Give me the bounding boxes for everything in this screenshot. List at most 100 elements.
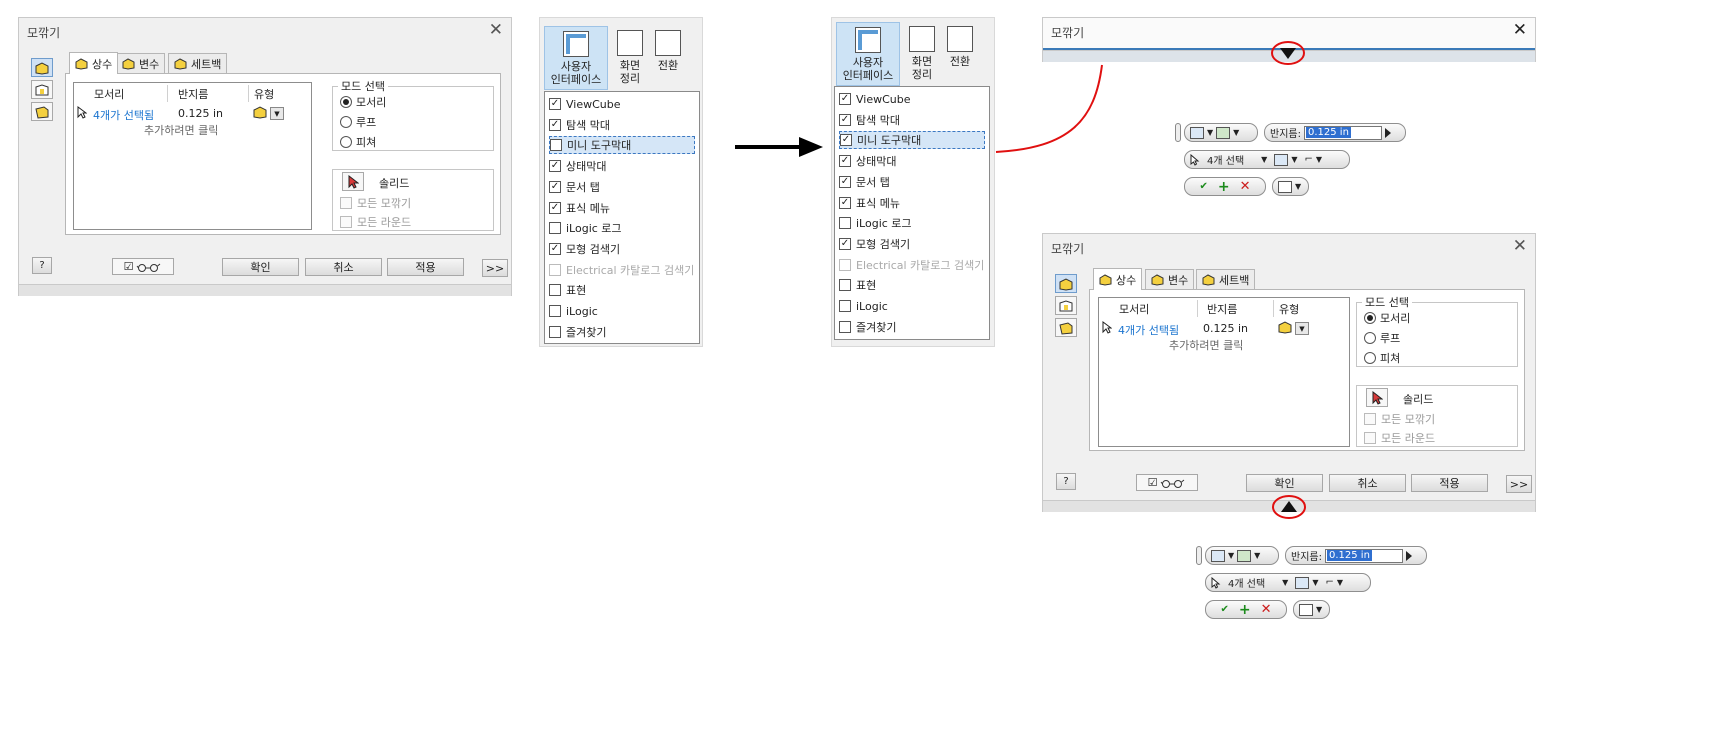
mode-edge-radio[interactable]: 모서리 xyxy=(1364,310,1410,326)
apply-plus-icon[interactable]: + xyxy=(1218,179,1230,195)
commit-pill[interactable]: ✔ + ✕ xyxy=(1205,600,1287,619)
all-fillets-checkbox[interactable]: 모든 모깎기 xyxy=(340,195,411,211)
mini-toolbar-type-group[interactable]: ▼ ▼ xyxy=(1184,123,1258,142)
mode-feature-radio[interactable]: 피쳐 xyxy=(1364,350,1400,366)
menu-item[interactable]: 표현 xyxy=(839,276,985,294)
close-icon[interactable]: ✕ xyxy=(1513,20,1527,40)
radius-input[interactable]: 0.125 in xyxy=(1303,125,1382,140)
face-fillet-side-button[interactable] xyxy=(1055,296,1077,315)
tab-variable[interactable]: 변수 xyxy=(1145,269,1195,289)
menu-item[interactable]: ✓ 미니 도구막대 xyxy=(839,131,985,150)
menu-item[interactable]: ✓ 표식 메뉴 xyxy=(839,194,985,212)
close-icon[interactable]: ✕ xyxy=(1513,236,1527,256)
menu-item[interactable]: ✓ 상태막대 xyxy=(549,157,695,175)
add-hint[interactable]: 추가하려면 클릭 xyxy=(144,122,218,138)
expand-arrow-icon[interactable] xyxy=(1270,40,1306,66)
menu-item[interactable]: 즐겨찾기 xyxy=(549,323,695,341)
menu-item[interactable]: ✓ 탐색 막대 xyxy=(549,116,695,134)
options-pill[interactable]: ▼ xyxy=(1293,600,1330,619)
cancel-button[interactable]: 취소 xyxy=(305,258,382,276)
apply-button[interactable]: 적용 xyxy=(387,258,464,276)
ok-button[interactable]: 확인 xyxy=(222,258,299,276)
apply-plus-icon[interactable]: + xyxy=(1239,602,1251,618)
help-button[interactable]: ? xyxy=(32,257,52,274)
add-hint[interactable]: 추가하려면 클릭 xyxy=(1169,337,1243,353)
mode-edge-radio[interactable]: 모서리 xyxy=(340,94,386,110)
solid-select-button[interactable] xyxy=(1366,388,1388,407)
collapse-arrow-icon[interactable] xyxy=(1271,494,1307,520)
apply-button[interactable]: 적용 xyxy=(1411,474,1488,492)
menu-item[interactable]: 표현 xyxy=(549,281,695,299)
menu-item[interactable]: iLogic 로그 xyxy=(839,214,985,232)
arrange-button[interactable]: 화면 정리 xyxy=(904,26,940,81)
menu-item[interactable]: iLogic 로그 xyxy=(549,219,695,237)
tab-setback[interactable]: 세트백 xyxy=(1196,269,1256,289)
preview-toggle[interactable]: ☑ xyxy=(1136,474,1198,491)
menu-item[interactable]: 미니 도구막대 xyxy=(549,136,695,155)
commit-pill[interactable]: ✔ + ✕ xyxy=(1184,177,1266,196)
menu-item[interactable]: iLogic xyxy=(839,297,985,315)
select-dropdown-icon[interactable]: ▼ xyxy=(1282,578,1288,587)
menu-item[interactable]: ✓ 탐색 막대 xyxy=(839,111,985,129)
menu-item[interactable]: ✓ 상태막대 xyxy=(839,152,985,170)
close-icon[interactable]: ✕ xyxy=(489,20,503,40)
user-interface-button[interactable]: 사용자 인터페이스 xyxy=(544,26,608,90)
ok-check-icon[interactable]: ✔ xyxy=(1220,604,1228,615)
radius-input[interactable]: 0.125 in xyxy=(1324,548,1403,563)
cancel-button[interactable]: 취소 xyxy=(1329,474,1406,492)
more-button[interactable]: >> xyxy=(482,259,508,277)
menu-item[interactable]: ✓ 모형 검색기 xyxy=(549,240,695,258)
edge-fillet-side-button[interactable] xyxy=(1055,274,1077,293)
ok-button[interactable]: 확인 xyxy=(1246,474,1323,492)
switch-button[interactable]: 전환 xyxy=(942,26,978,68)
all-rounds-checkbox[interactable]: 모든 라운드 xyxy=(1364,430,1435,446)
radius-value[interactable]: 0.125 in xyxy=(1203,322,1248,335)
menu-item[interactable]: 즐겨찾기 xyxy=(839,318,985,336)
all-rounds-checkbox[interactable]: 모든 라운드 xyxy=(340,214,411,230)
selected-edges-link[interactable]: 4개가 선택됨 xyxy=(1118,322,1179,338)
menu-item[interactable]: ✓ 모형 검색기 xyxy=(839,235,985,253)
select-pill[interactable]: 4개 선택 ▼ ▼ ⌐ ▼ xyxy=(1205,573,1371,592)
selected-edges-link[interactable]: 4개가 선택됨 xyxy=(93,107,154,123)
menu-item[interactable]: ✓ ViewCube xyxy=(549,95,695,113)
fillet-type-icon[interactable] xyxy=(1277,320,1293,337)
more-button[interactable]: >> xyxy=(1506,475,1532,493)
all-fillets-checkbox[interactable]: 모든 모깎기 xyxy=(1364,411,1435,427)
fillet-type-icon[interactable] xyxy=(252,105,268,122)
mode-loop-radio[interactable]: 루프 xyxy=(1364,330,1400,346)
select-dropdown-icon[interactable]: ▼ xyxy=(1261,155,1267,164)
menu-item[interactable]: ✓ ViewCube xyxy=(839,90,985,108)
solid-select-button[interactable] xyxy=(342,172,364,191)
arrange-button[interactable]: 화면 정리 xyxy=(612,30,648,85)
mini-toolbar-grip[interactable] xyxy=(1175,123,1181,142)
ok-check-icon[interactable]: ✔ xyxy=(1199,181,1207,192)
full-round-side-button[interactable] xyxy=(1055,318,1077,337)
face-fillet-side-button[interactable] xyxy=(31,80,53,99)
cancel-x-icon[interactable]: ✕ xyxy=(1240,179,1251,194)
cancel-x-icon[interactable]: ✕ xyxy=(1261,602,1272,617)
preview-toggle[interactable]: ☑ xyxy=(112,258,174,275)
tab-constant[interactable]: 상수 xyxy=(69,52,119,74)
menu-item[interactable]: ✓ 표식 메뉴 xyxy=(549,199,695,217)
radius-pill[interactable]: 반지름: 0.125 in xyxy=(1285,546,1427,565)
options-pill[interactable]: ▼ xyxy=(1272,177,1309,196)
menu-item[interactable]: ✓ 문서 탭 xyxy=(549,178,695,196)
fillet-type-dropdown[interactable]: ▼ xyxy=(270,107,284,120)
tab-constant[interactable]: 상수 xyxy=(1093,268,1143,290)
radius-value[interactable]: 0.125 in xyxy=(178,107,223,120)
help-button[interactable]: ? xyxy=(1056,473,1076,490)
select-pill[interactable]: 4개 선택 ▼ ▼ ⌐ ▼ xyxy=(1184,150,1350,169)
mode-loop-radio[interactable]: 루프 xyxy=(340,114,376,130)
tab-setback[interactable]: 세트백 xyxy=(168,53,228,73)
mini-toolbar-type-group[interactable]: ▼ ▼ xyxy=(1205,546,1279,565)
edge-fillet-side-button[interactable] xyxy=(31,58,53,77)
radius-pill[interactable]: 반지름: 0.125 in xyxy=(1264,123,1406,142)
tab-variable[interactable]: 변수 xyxy=(116,53,166,73)
user-interface-button[interactable]: 사용자 인터페이스 xyxy=(836,22,900,86)
menu-item[interactable]: iLogic xyxy=(549,302,695,320)
full-round-side-button[interactable] xyxy=(31,102,53,121)
menu-item[interactable]: ✓ 문서 탭 xyxy=(839,173,985,191)
mode-feature-radio[interactable]: 피쳐 xyxy=(340,134,376,150)
fillet-type-dropdown[interactable]: ▼ xyxy=(1295,322,1309,335)
mini-toolbar-grip[interactable] xyxy=(1196,546,1202,565)
